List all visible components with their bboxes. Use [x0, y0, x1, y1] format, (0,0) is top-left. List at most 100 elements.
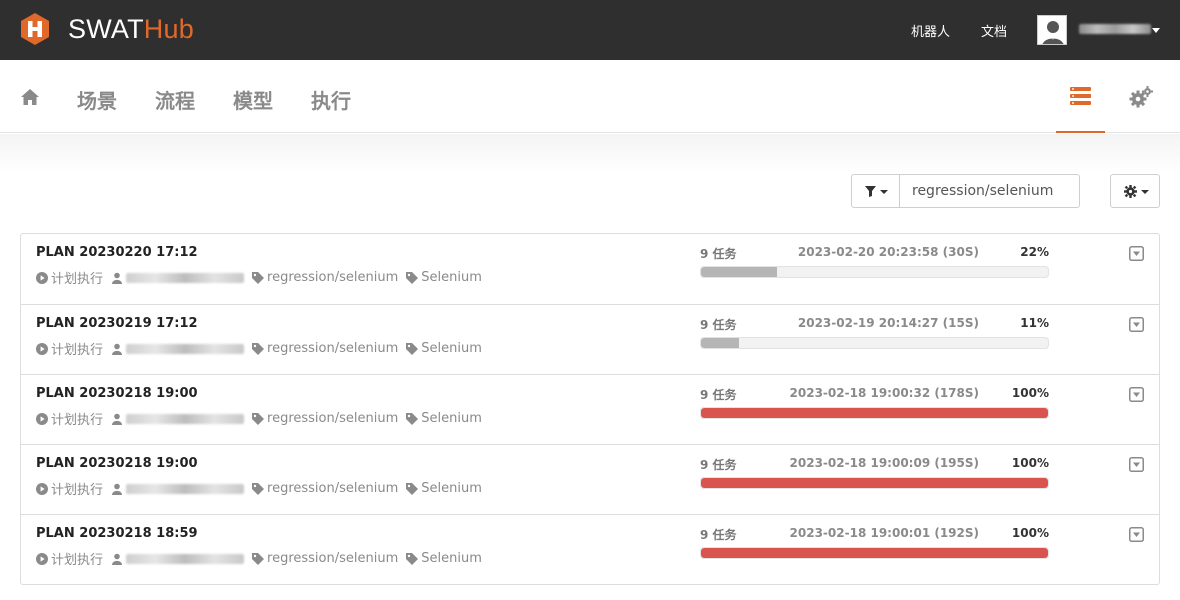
progress-bar [700, 266, 1049, 278]
execution-title[interactable]: PLAN 20230218 18:59 [36, 526, 198, 541]
trigger-label: 计划执行 [51, 272, 104, 287]
tag-label[interactable]: regression/selenium [267, 270, 398, 285]
play-circle-icon [36, 412, 48, 425]
task-count: 9 任务 [700, 388, 737, 402]
user-name-redacted [126, 343, 245, 354]
tag-label[interactable]: regression/selenium [267, 481, 398, 496]
chevron-down-icon[interactable] [1152, 28, 1160, 33]
tag-icon [252, 482, 265, 495]
caret-square-down-icon[interactable] [1129, 527, 1144, 542]
tag-icon [406, 552, 419, 565]
execution-row[interactable]: PLAN 20230218 18:59 计划执行 regression/sele… [21, 514, 1159, 584]
execution-row[interactable]: PLAN 20230218 19:00 计划执行 regression/sele… [21, 444, 1159, 514]
user-name-redacted[interactable] [1079, 24, 1151, 34]
nav-item-models[interactable]: 模型 [233, 85, 273, 114]
robots-link[interactable]: 机器人 [911, 21, 950, 40]
caret-square-down-icon[interactable] [1129, 317, 1144, 332]
play-circle-icon [36, 271, 48, 284]
caret-square-down-icon[interactable] [1129, 387, 1144, 402]
progress-fill [701, 548, 1048, 558]
tag-label[interactable]: regression/selenium [267, 411, 398, 426]
execution-title[interactable]: PLAN 20230219 17:12 [36, 316, 198, 331]
nav-item-executions[interactable]: 执行 [311, 85, 351, 114]
tag-segment: regression/selenium [252, 270, 398, 285]
trigger-segment: 计划执行 [36, 549, 103, 568]
tag-label[interactable]: regression/selenium [267, 551, 398, 566]
user-segment [111, 413, 245, 425]
tag-label[interactable]: regression/selenium [267, 341, 398, 356]
execution-title[interactable]: PLAN 20230220 17:12 [36, 245, 198, 260]
execution-row[interactable]: PLAN 20230218 19:00 计划执行 regression/sele… [21, 374, 1159, 444]
list-view-icon[interactable] [1070, 87, 1091, 105]
tag-segment: Selenium [406, 551, 482, 566]
execution-meta: 计划执行 regression/selenium Selenium [36, 339, 490, 358]
caret-square-down-icon[interactable] [1129, 457, 1144, 472]
logo-icon [21, 13, 49, 45]
nav-item-flows[interactable]: 流程 [155, 85, 195, 114]
tag-label[interactable]: Selenium [421, 341, 482, 356]
logo-text: SWATHub [68, 14, 194, 45]
progress-bar [700, 477, 1049, 489]
trigger-segment: 计划执行 [36, 339, 103, 358]
tag-segment: regression/selenium [252, 341, 398, 356]
trigger-label: 计划执行 [51, 483, 104, 498]
tag-segment: regression/selenium [252, 411, 398, 426]
execution-row[interactable]: PLAN 20230220 17:12 计划执行 regression/sele… [21, 234, 1159, 304]
execution-title[interactable]: PLAN 20230218 19:00 [36, 386, 198, 401]
filter-dropdown-button[interactable] [851, 174, 900, 208]
active-tab-indicator [1056, 131, 1105, 133]
execution-time: 2023-02-20 20:23:58 (30S) [797, 245, 979, 259]
home-icon[interactable] [20, 88, 40, 106]
execution-time: 2023-02-19 20:14:27 (15S) [797, 316, 979, 330]
play-circle-icon [36, 342, 48, 355]
user-name-redacted [126, 413, 245, 424]
docs-link[interactable]: 文档 [981, 21, 1007, 40]
user-segment [111, 483, 245, 495]
chevron-down-icon [1141, 190, 1149, 194]
progress-fill [701, 408, 1048, 418]
filter-icon [865, 186, 876, 197]
progress-bar [700, 407, 1049, 419]
nav-item-scenes[interactable]: 场景 [77, 85, 117, 114]
gears-icon[interactable] [1129, 86, 1153, 108]
top-navbar: SWATHub 机器人 文档 [0, 0, 1180, 60]
tag-segment: regression/selenium [252, 551, 398, 566]
task-count: 9 任务 [700, 318, 737, 332]
settings-dropdown-button[interactable] [1110, 174, 1160, 208]
execution-time: 2023-02-18 19:00:01 (192S) [789, 526, 979, 540]
task-count: 9 任务 [700, 247, 737, 261]
avatar[interactable] [1037, 15, 1067, 45]
progress-fill [701, 338, 740, 348]
tag-segment: Selenium [406, 411, 482, 426]
execution-row[interactable]: PLAN 20230219 17:12 计划执行 regression/sele… [21, 304, 1159, 374]
tag-label[interactable]: Selenium [421, 481, 482, 496]
tag-label[interactable]: Selenium [421, 270, 482, 285]
execution-time: 2023-02-18 19:00:09 (195S) [789, 456, 979, 470]
user-icon [112, 483, 123, 495]
progress-percent: 22% [1020, 245, 1049, 259]
task-count: 9 任务 [700, 528, 737, 542]
user-name-redacted [126, 483, 245, 494]
logo-text-swat: SWAT [68, 13, 144, 44]
user-icon [112, 413, 123, 425]
gear-icon [1124, 185, 1137, 198]
tag-icon [406, 482, 419, 495]
execution-meta: 计划执行 regression/selenium Selenium [36, 268, 490, 287]
trigger-segment: 计划执行 [36, 268, 103, 287]
tag-label[interactable]: Selenium [421, 551, 482, 566]
user-name-redacted [126, 553, 245, 564]
progress-percent: 100% [1011, 456, 1049, 470]
tag-icon [406, 271, 419, 284]
caret-square-down-icon[interactable] [1129, 246, 1144, 261]
user-segment [111, 553, 245, 565]
trigger-label: 计划执行 [51, 343, 104, 358]
play-circle-icon [36, 552, 48, 565]
user-segment [111, 343, 245, 355]
tag-label[interactable]: Selenium [421, 411, 482, 426]
progress-percent: 100% [1011, 526, 1049, 540]
execution-title[interactable]: PLAN 20230218 19:00 [36, 456, 198, 471]
execution-list: PLAN 20230220 17:12 计划执行 regression/sele… [20, 233, 1160, 585]
app-logo[interactable]: SWATHub [20, 13, 194, 45]
filter-input[interactable] [899, 174, 1080, 208]
user-avatar-icon [1038, 16, 1066, 44]
